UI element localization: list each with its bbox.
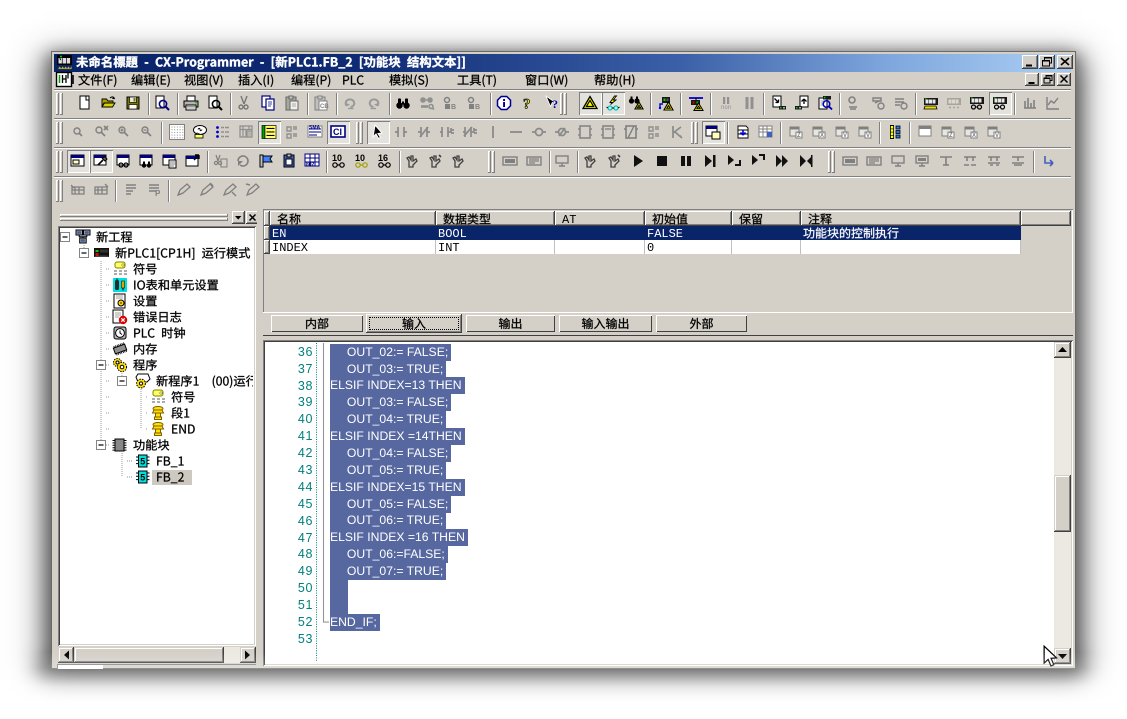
svg-text:SMA: SMA	[309, 125, 321, 131]
svg-text:V: V	[995, 133, 999, 139]
svg-text:B: B	[451, 104, 456, 111]
svg-text:non: non	[721, 105, 731, 111]
svg-text:V: V	[866, 133, 870, 139]
svg-text:B: B	[475, 104, 480, 111]
svg-text:V: V	[843, 133, 847, 139]
svg-text:Z: Z	[949, 133, 953, 139]
svg-text:P: P	[155, 189, 161, 198]
svg-text:Z: Z	[797, 133, 801, 139]
svg-text:?: ?	[552, 97, 558, 111]
svg-text:X: X	[972, 133, 976, 139]
svg-text:X: X	[820, 133, 824, 139]
svg-text:10: 10	[355, 153, 365, 163]
svg-text:802: 802	[306, 162, 315, 168]
svg-text:?: ?	[523, 97, 531, 112]
svg-text:16: 16	[378, 153, 388, 163]
svg-text:10: 10	[332, 153, 342, 163]
svg-text:CI: CI	[333, 127, 342, 137]
svg-text:CB: CB	[320, 104, 329, 110]
